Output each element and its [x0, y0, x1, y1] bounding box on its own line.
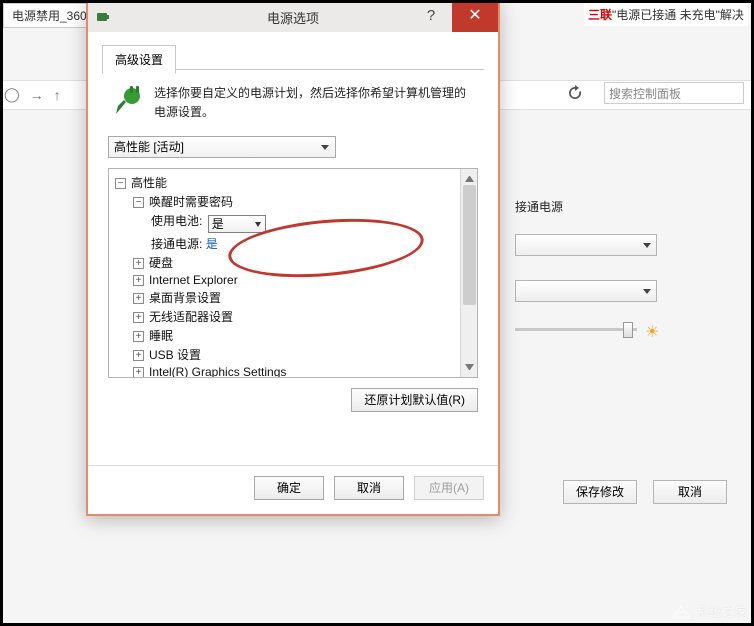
tree-scrollbar[interactable]: [460, 169, 477, 377]
tree-item-on-battery[interactable]: 使用电池: 是: [111, 211, 458, 234]
tree-item-usb[interactable]: + USB 设置: [111, 345, 458, 364]
power-options-dialog: 电源选项 ? ✕ 高级设置 选择你要自定义的电源计划，然后选择你希望计算机管理的…: [86, 0, 500, 516]
restore-row: 还原计划默认值(R): [108, 388, 478, 412]
back-icon[interactable]: ◯: [4, 86, 20, 103]
plugged-value-link[interactable]: 是: [206, 237, 218, 251]
tab-label: "电源已接通 未充电"解决: [612, 8, 744, 22]
expand-icon[interactable]: +: [133, 331, 144, 342]
tree-item-root[interactable]: −高性能: [111, 173, 458, 192]
description-row: 选择你要自定义的电源计划，然后选择你希望计算机管理的电源设置。: [110, 84, 476, 122]
tabstrip: 高级设置: [102, 44, 484, 70]
apply-button[interactable]: 应用(A): [414, 476, 484, 500]
cancel-button[interactable]: 取消: [334, 476, 404, 500]
tree-label: 桌面背景设置: [149, 291, 221, 305]
scrollbar-thumb[interactable]: [463, 185, 476, 305]
watermark: 系统之家: [670, 601, 748, 620]
collapse-icon[interactable]: −: [133, 197, 144, 208]
dialog-footer: 确定 取消 应用(A): [254, 476, 484, 500]
bg-plugged-label: 接通电源: [515, 198, 563, 215]
collapse-icon[interactable]: −: [115, 178, 126, 189]
restore-defaults-button[interactable]: 还原计划默认值(R): [351, 388, 478, 412]
brightness-slider[interactable]: ☀: [515, 318, 663, 342]
bg-dropdown-1[interactable]: [515, 234, 657, 256]
tree-item-plugged-in[interactable]: 接通电源: 是: [111, 234, 458, 253]
titlebar: 电源选项 ? ✕: [88, 2, 498, 32]
settings-tree: −高性能 −唤醒时需要密码 使用电池: 是 接通电源: 是 +硬盘 +Inter…: [108, 168, 478, 378]
search-input[interactable]: 搜索控制面板: [604, 82, 744, 104]
tree-label: 无线适配器设置: [149, 310, 233, 324]
dialog-separator: [88, 465, 498, 466]
refresh-icon[interactable]: [566, 84, 584, 102]
slider-thumb[interactable]: [623, 322, 633, 338]
tree-label: 睡眠: [149, 329, 173, 343]
tree-label: Intel(R) Graphics Settings: [149, 365, 286, 377]
slider-track: [515, 328, 637, 331]
tree-label: 唤醒时需要密码: [149, 195, 233, 209]
tree-item-wake-password[interactable]: −唤醒时需要密码: [111, 192, 458, 211]
expand-icon[interactable]: +: [133, 275, 144, 286]
tree-item-hdd[interactable]: + 硬盘: [111, 253, 458, 272]
help-button[interactable]: ?: [414, 2, 448, 32]
tree-label: USB 设置: [149, 348, 201, 362]
tab-advanced[interactable]: 高级设置: [102, 45, 176, 74]
expand-icon[interactable]: +: [133, 312, 144, 323]
expand-icon[interactable]: +: [133, 367, 144, 377]
search-placeholder: 搜索控制面板: [609, 87, 681, 101]
tree-label: 硬盘: [149, 256, 173, 270]
nav-buttons: ◯ → ↑: [4, 86, 61, 103]
tree-label: 高性能: [131, 176, 167, 190]
expand-icon[interactable]: +: [133, 258, 144, 269]
tree-label: 接通电源:: [151, 237, 202, 251]
description-text: 选择你要自定义的电源计划，然后选择你希望计算机管理的电源设置。: [154, 84, 476, 122]
ok-button[interactable]: 确定: [254, 476, 324, 500]
expand-icon[interactable]: +: [133, 293, 144, 304]
browser-tab-3[interactable]: 三联"电源已接通 未充电"解决: [584, 3, 748, 26]
power-plan-icon: [110, 84, 146, 120]
watermark-logo-icon: [670, 601, 692, 619]
tree-item-sleep[interactable]: + 睡眠: [111, 326, 458, 345]
tree-label: Internet Explorer: [149, 273, 238, 287]
tree-item-wifi[interactable]: + 无线适配器设置: [111, 307, 458, 326]
bg-cancel-button[interactable]: 取消: [653, 480, 727, 504]
tree-item-desktop-bg[interactable]: + 桌面背景设置: [111, 288, 458, 307]
scroll-up-icon[interactable]: [465, 173, 474, 182]
up-icon[interactable]: ↑: [54, 87, 61, 103]
expand-icon[interactable]: +: [133, 350, 144, 361]
tree-viewport: −高性能 −唤醒时需要密码 使用电池: 是 接通电源: 是 +硬盘 +Inter…: [109, 169, 460, 377]
plan-select-value: 高性能 [活动]: [114, 140, 184, 154]
browser-tab-1[interactable]: 电源禁用_360: [3, 3, 96, 28]
tree-label: 使用电池:: [151, 214, 202, 228]
scroll-down-icon[interactable]: [465, 364, 474, 373]
tab-label: 电源禁用_360: [12, 9, 87, 23]
plan-select[interactable]: 高性能 [活动]: [108, 136, 478, 158]
tab-prefix: 三联: [588, 8, 612, 22]
combo-value: 是: [209, 217, 224, 231]
tree-item-ie[interactable]: + Internet Explorer: [111, 272, 458, 288]
close-button[interactable]: ✕: [452, 2, 498, 32]
dialog-body: 高级设置 选择你要自定义的电源计划，然后选择你希望计算机管理的电源设置。 高性能…: [88, 32, 498, 426]
sun-icon: ☀: [645, 322, 659, 342]
watermark-text: 系统之家: [696, 605, 748, 619]
forward-icon[interactable]: →: [30, 87, 44, 103]
battery-value-combo[interactable]: 是: [208, 215, 266, 233]
tree-item-graphics[interactable]: + Intel(R) Graphics Settings: [111, 364, 458, 377]
bg-dropdown-2[interactable]: [515, 280, 657, 302]
bg-save-button[interactable]: 保存修改: [563, 480, 637, 504]
